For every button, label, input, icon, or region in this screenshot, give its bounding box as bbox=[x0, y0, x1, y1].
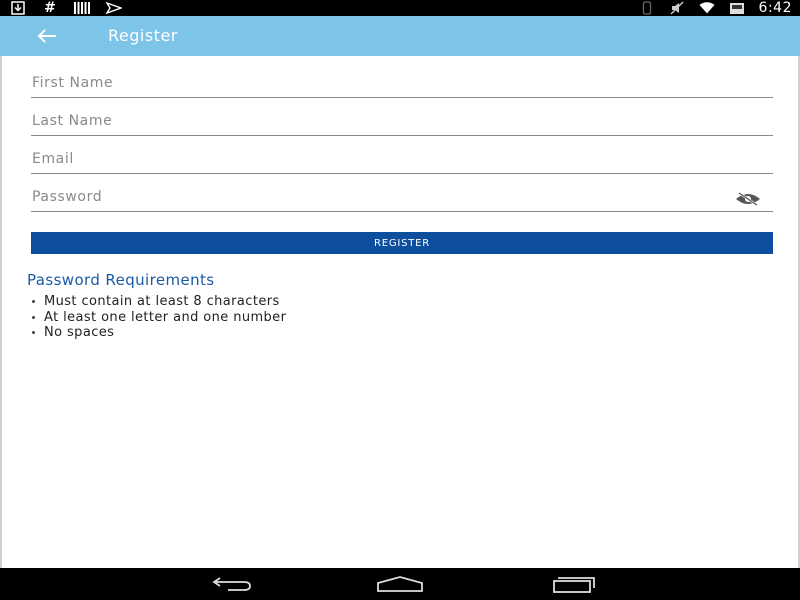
nav-recents-icon bbox=[553, 577, 595, 593]
barcode-icon bbox=[74, 1, 90, 15]
requirement-text: No spaces bbox=[44, 325, 115, 340]
back-button[interactable] bbox=[34, 24, 60, 48]
mute-icon bbox=[669, 1, 685, 15]
nav-home-icon bbox=[377, 576, 423, 592]
send-icon bbox=[106, 1, 122, 15]
password-requirements-list: Must contain at least 8 characters At le… bbox=[32, 294, 286, 341]
nav-recents-button[interactable] bbox=[543, 572, 603, 596]
requirement-text: Must contain at least 8 characters bbox=[44, 294, 280, 309]
first-name-input[interactable] bbox=[31, 69, 773, 97]
requirement-item: No spaces bbox=[32, 325, 286, 341]
hash-icon: # bbox=[44, 0, 56, 16]
password-requirements-title: Password Requirements bbox=[27, 271, 215, 289]
email-input[interactable] bbox=[31, 145, 773, 173]
status-left-icons: # bbox=[10, 0, 122, 16]
email-field bbox=[31, 144, 773, 174]
status-bar: # 6:42 bbox=[0, 0, 800, 16]
eye-off-icon bbox=[736, 192, 760, 206]
last-name-field bbox=[31, 106, 773, 136]
download-icon bbox=[10, 1, 26, 15]
vibrate-icon bbox=[639, 1, 655, 15]
nav-home-button[interactable] bbox=[370, 572, 430, 596]
battery-icon bbox=[729, 1, 745, 15]
status-time: 6:42 bbox=[758, 0, 792, 16]
screen: # 6:42 Register First Name Last Name Ema… bbox=[0, 0, 800, 600]
first-name-field bbox=[31, 68, 773, 98]
requirement-text: At least one letter and one number bbox=[44, 309, 287, 325]
arrow-back-icon bbox=[37, 29, 56, 43]
requirement-item: Must contain at least 8 characters bbox=[32, 294, 286, 310]
status-right-icons: 6:42 bbox=[639, 0, 792, 16]
bullet-icon bbox=[32, 331, 35, 335]
bullet-icon bbox=[32, 300, 35, 304]
navigation-bar bbox=[0, 568, 800, 600]
nav-back-button[interactable] bbox=[200, 572, 260, 596]
requirement-item: At least one letter and one number bbox=[32, 310, 286, 326]
last-name-input[interactable] bbox=[31, 107, 773, 135]
wifi-icon bbox=[698, 1, 715, 15]
password-field bbox=[31, 182, 773, 212]
toggle-password-visibility-button[interactable] bbox=[733, 190, 763, 208]
password-input[interactable] bbox=[31, 183, 773, 211]
nav-back-icon bbox=[212, 577, 251, 591]
bullet-icon bbox=[32, 315, 35, 319]
register-button[interactable]: REGISTER bbox=[31, 232, 773, 254]
page-title: Register bbox=[108, 26, 178, 45]
register-form: REGISTER Password Requirements Must cont… bbox=[0, 56, 800, 568]
app-bar: Register bbox=[0, 16, 800, 56]
